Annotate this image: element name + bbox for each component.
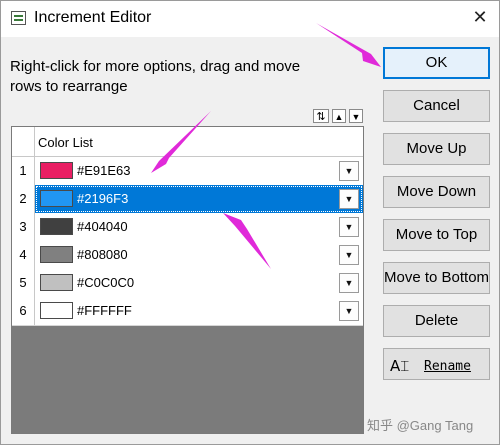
instruction-text: Right-click for more options, drag and m…	[10, 58, 301, 95]
color-swatch[interactable]	[40, 274, 73, 291]
color-cell[interactable]: #FFFFFF ▼	[35, 297, 363, 325]
cancel-button[interactable]: Cancel	[383, 90, 490, 122]
chevron-down-icon[interactable]: ▼	[339, 273, 359, 293]
color-cell[interactable]: #E91E63 ▼	[35, 157, 363, 185]
rename-icon: A⌶	[390, 357, 410, 375]
row-number[interactable]: 4	[12, 241, 35, 269]
color-cell[interactable]: #808080 ▼	[35, 241, 363, 269]
row-number[interactable]: 5	[12, 269, 35, 297]
watermark: 知乎 @Gang Tang	[367, 418, 474, 433]
row-number[interactable]: 3	[12, 213, 35, 241]
color-hex-value: #404040	[77, 219, 128, 234]
color-cell[interactable]: #2196F3 ▼	[35, 185, 363, 213]
table-row[interactable]: 5 #C0C0C0 ▼	[12, 269, 363, 298]
sort-rows-icon[interactable]: ⇅	[313, 109, 329, 123]
move-up-button[interactable]: Move Up	[383, 133, 490, 165]
color-cell[interactable]: #C0C0C0 ▼	[35, 269, 363, 297]
color-swatch[interactable]	[40, 246, 73, 263]
color-hex-value: #FFFFFF	[77, 303, 132, 318]
title-bar: Increment Editor ✕	[1, 1, 499, 37]
chevron-down-icon[interactable]: ▼	[339, 301, 359, 321]
grid-header: Color List	[12, 127, 363, 157]
move-row-down-icon[interactable]: ▼	[349, 109, 363, 123]
rename-label: Rename	[424, 359, 471, 374]
table-row[interactable]: 4 #808080 ▼	[12, 241, 363, 270]
chevron-down-icon[interactable]: ▼	[339, 217, 359, 237]
move-to-bottom-button[interactable]: Move to Bottom	[383, 262, 490, 294]
color-swatch[interactable]	[40, 218, 73, 235]
row-number[interactable]: 2	[12, 185, 35, 213]
color-hex-value: #E91E63	[77, 163, 131, 178]
chevron-down-icon[interactable]: ▼	[339, 161, 359, 181]
color-swatch[interactable]	[40, 162, 73, 179]
row-number[interactable]: 6	[12, 297, 35, 325]
window-title: Increment Editor	[34, 9, 152, 26]
close-icon[interactable]: ✕	[467, 5, 493, 31]
color-hex-value: #808080	[77, 247, 128, 262]
color-swatch[interactable]	[40, 302, 73, 319]
table-row[interactable]: 2 #2196F3 ▼	[12, 185, 363, 214]
rename-button[interactable]: A⌶ Rename	[383, 348, 490, 380]
ok-button[interactable]: OK	[383, 47, 490, 79]
grid-corner	[12, 127, 35, 156]
chevron-down-icon[interactable]: ▼	[339, 189, 359, 209]
column-header-color-list[interactable]: Color List	[38, 135, 93, 150]
move-down-button[interactable]: Move Down	[383, 176, 490, 208]
color-cell[interactable]: #404040 ▼	[35, 213, 363, 241]
color-hex-value: #2196F3	[77, 191, 129, 206]
row-number[interactable]: 1	[12, 157, 35, 185]
increment-editor-dialog: Increment Editor ✕ Right-click for more …	[0, 0, 500, 445]
table-row[interactable]: 6 #FFFFFF ▼	[12, 297, 363, 326]
table-row[interactable]: 3 #404040 ▼	[12, 213, 363, 242]
color-hex-value: #C0C0C0	[77, 275, 135, 290]
move-to-top-button[interactable]: Move to Top	[383, 219, 490, 251]
table-row[interactable]: 1 #E91E63 ▼	[12, 157, 363, 186]
color-swatch[interactable]	[40, 190, 73, 207]
chevron-down-icon[interactable]: ▼	[339, 245, 359, 265]
color-list-grid: Color List 1 #E91E63 ▼ 2 #2196F3 ▼ 3 #404040 ▼ 4 #…	[11, 126, 364, 434]
app-icon	[11, 11, 26, 25]
move-row-up-icon[interactable]: ▲	[332, 109, 346, 123]
delete-button[interactable]: Delete	[383, 305, 490, 337]
